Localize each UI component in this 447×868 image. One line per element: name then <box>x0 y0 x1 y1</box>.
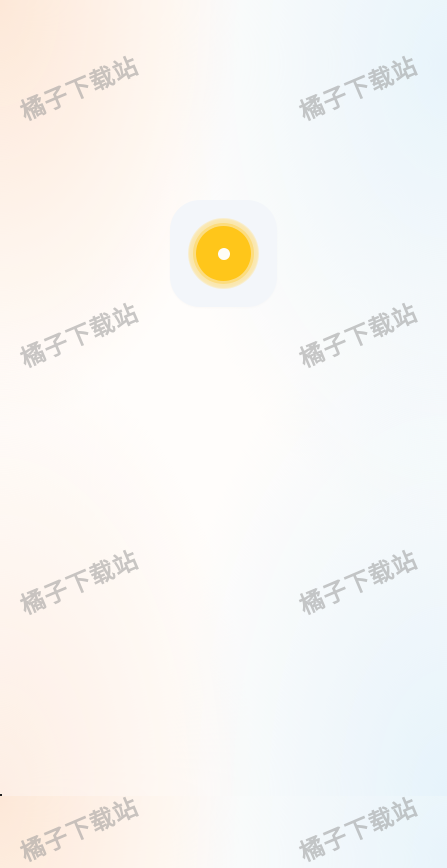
app-logo-tile <box>170 200 277 307</box>
sun-icon <box>196 226 251 281</box>
watermark-text: 橘子下载站 <box>295 545 422 621</box>
watermark-text: 橘子下载站 <box>16 298 143 374</box>
watermark-text: 橘子下载站 <box>295 298 422 374</box>
sun-center-dot <box>217 247 230 260</box>
splash-screen: 橘子下载站 橘子下载站 橘子下载站 橘子下载站 橘子下载站 橘子下载站 橘子下载… <box>0 0 447 867</box>
watermark-text: 橘子下载站 <box>16 545 143 621</box>
watermark-text: 橘子下载站 <box>295 51 422 127</box>
watermark-text: 橘子下载站 <box>295 792 422 868</box>
watermark-text: 橘子下载站 <box>16 51 143 127</box>
watermark-text: 橘子下载站 <box>16 792 143 868</box>
